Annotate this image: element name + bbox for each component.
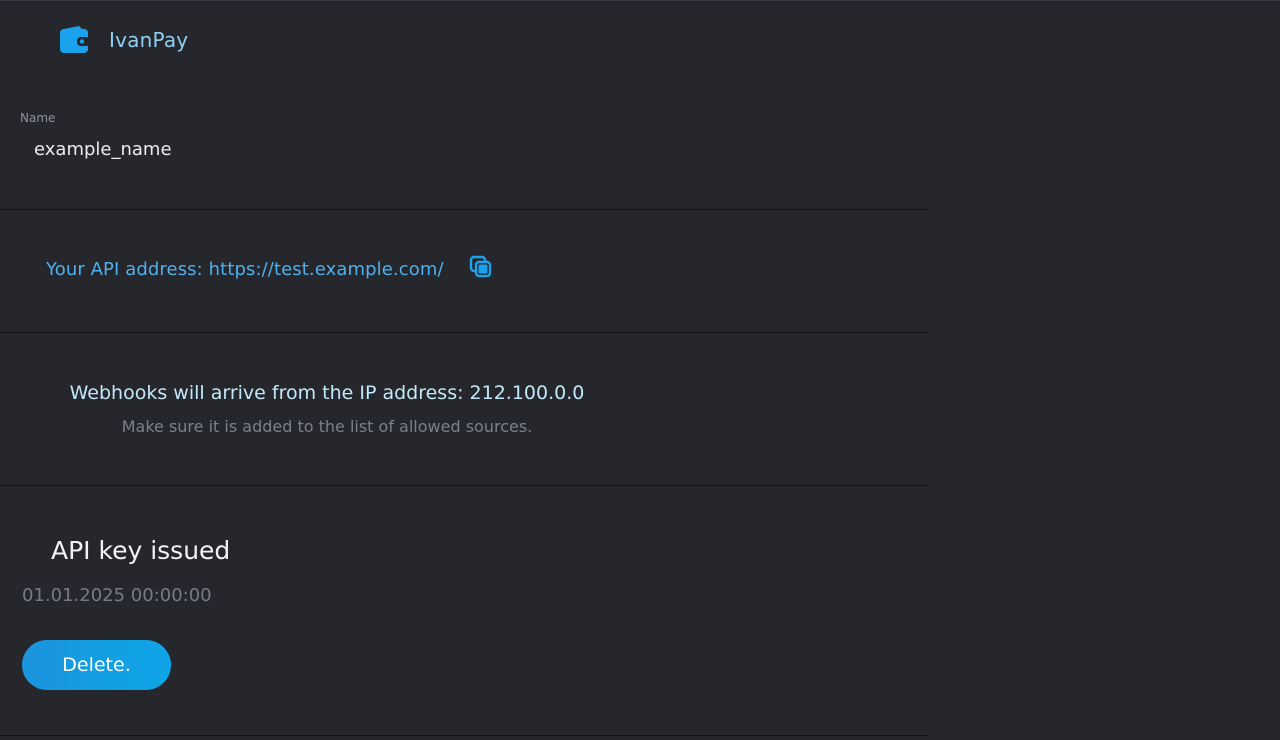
delete-button[interactable]: Delete.	[22, 640, 171, 690]
divider	[0, 209, 928, 210]
brand-name: IvanPay	[109, 28, 189, 52]
name-label: Name	[20, 111, 56, 125]
api-key-title: API key issued	[51, 536, 231, 565]
api-key-date: 01.01.2025 00:00:00	[22, 585, 212, 606]
divider	[0, 332, 928, 333]
webhook-ip-title: Webhooks will arrive from the IP address…	[69, 382, 585, 404]
wallet-icon	[59, 25, 91, 55]
settings-page: IvanPay Name Your API address: https://t…	[0, 0, 1280, 740]
copy-icon	[469, 255, 493, 283]
brand[interactable]: IvanPay	[59, 24, 188, 56]
api-address-row: Your API address: https://test.example.c…	[46, 255, 494, 283]
divider	[0, 485, 928, 486]
name-input[interactable]	[20, 135, 320, 163]
divider	[0, 735, 928, 736]
api-address-text: Your API address: https://test.example.c…	[46, 258, 444, 280]
copy-button[interactable]	[468, 255, 494, 283]
webhook-ip-subtitle: Make sure it is added to the list of all…	[121, 417, 533, 436]
